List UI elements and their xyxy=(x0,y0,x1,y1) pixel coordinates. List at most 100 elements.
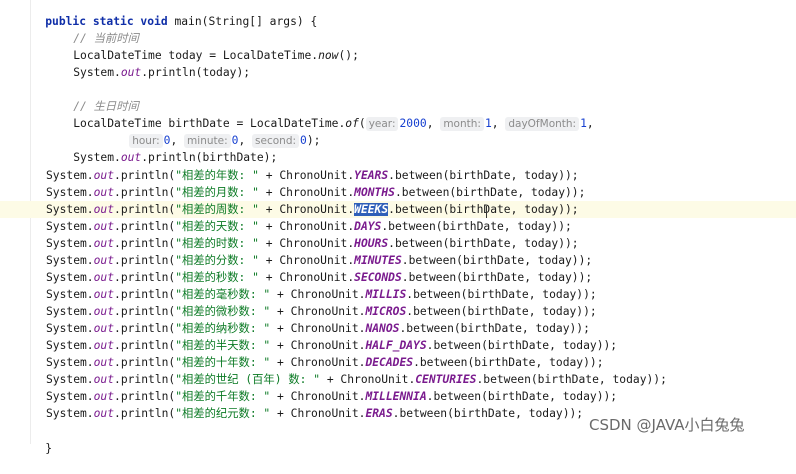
code-line-println-birth[interactable]: System.out.println(birthDate); xyxy=(46,132,277,164)
code-line-comment-birth[interactable]: // 生日时间 xyxy=(46,81,139,113)
code-line-today-decl[interactable]: LocalDateTime today = LocalDateTime.now(… xyxy=(46,30,359,62)
code-text: + ChronoUnit. xyxy=(270,356,366,369)
field-out: out xyxy=(93,254,115,267)
code-text: + ChronoUnit. xyxy=(270,322,366,335)
code-text: .println( xyxy=(114,203,176,216)
code-text: System. xyxy=(73,66,121,79)
string-literal: "相差的世纪 (百年) 数: " xyxy=(175,373,321,386)
chrono-unit-constant: YEARS xyxy=(354,169,389,182)
code-text: System. xyxy=(46,373,94,386)
code-line-println-hours[interactable]: System.out.println("相差的时数: " + ChronoUni… xyxy=(0,235,579,252)
code-text: .println( xyxy=(114,169,176,182)
code-line-println-half_days[interactable]: System.out.println("相差的半天数: " + ChronoUn… xyxy=(0,337,617,354)
code-text: System. xyxy=(73,151,121,164)
code-text: .between(birthDate, today)); xyxy=(381,220,572,233)
code-text: + ChronoUnit. xyxy=(270,288,366,301)
field-out: out xyxy=(120,66,142,79)
string-literal: "相差的千年数: " xyxy=(175,390,271,403)
code-line-println-days[interactable]: System.out.println("相差的天数: " + ChronoUni… xyxy=(0,218,572,235)
code-line-println-months[interactable]: System.out.println("相差的月数: " + ChronoUni… xyxy=(0,184,585,201)
code-text: System. xyxy=(46,288,94,301)
code-line-println-millis[interactable]: System.out.println("相差的毫秒数: " + ChronoUn… xyxy=(0,286,597,303)
code-text: System. xyxy=(46,254,94,267)
code-text: .println( xyxy=(114,220,176,233)
code-line-println-eras[interactable]: System.out.println("相差的纪元数: " + ChronoUn… xyxy=(0,405,583,422)
code-text: System. xyxy=(46,390,94,403)
field-out: out xyxy=(93,186,115,199)
code-editor[interactable]: public static void main(String[] args) {… xyxy=(0,0,796,455)
chrono-unit-constant: MINUTES xyxy=(354,254,402,267)
code-text: .println( xyxy=(114,339,176,352)
field-out: out xyxy=(93,271,115,284)
code-text: .println(birthDate); xyxy=(141,151,278,164)
code-text: .println( xyxy=(114,237,176,250)
code-line-signature[interactable]: public static void main(String[] args) { xyxy=(18,0,317,28)
number-literal: 0 xyxy=(300,134,307,147)
code-line-println-weeks[interactable]: System.out.println("相差的周数: " + ChronoUni… xyxy=(0,201,796,218)
field-out: out xyxy=(120,151,142,164)
code-text: + ChronoUnit. xyxy=(258,169,355,182)
string-literal: "相差的分数: " xyxy=(175,254,259,267)
string-literal: "相差的毫秒数: " xyxy=(175,288,271,301)
code-text: .between(birthDate, today)); xyxy=(388,169,579,182)
code-text: System. xyxy=(46,305,94,318)
string-literal: "相差的月数: " xyxy=(175,186,259,199)
code-line-println-years[interactable]: System.out.println("相差的年数: " + ChronoUni… xyxy=(0,167,579,184)
code-text: + ChronoUnit. xyxy=(258,186,355,199)
string-literal: "相差的周数: " xyxy=(175,203,259,216)
chrono-unit-constant: MICROS xyxy=(365,305,407,318)
code-line-println-millennia[interactable]: System.out.println("相差的千年数: " + ChronoUn… xyxy=(0,388,617,405)
code-text: + ChronoUnit. xyxy=(258,203,355,216)
code-text: .println(today); xyxy=(141,66,251,79)
code-text: System. xyxy=(46,203,94,216)
field-out: out xyxy=(93,339,115,352)
code-text: System. xyxy=(46,169,94,182)
code-text: + ChronoUnit. xyxy=(320,373,416,386)
chrono-unit-constant: HALF_DAYS xyxy=(365,339,427,352)
code-text: .println( xyxy=(114,322,176,335)
code-line-println-centuries[interactable]: System.out.println("相差的世纪 (百年) 数: " + Ch… xyxy=(0,371,667,388)
chrono-unit-constant: WEEKS xyxy=(354,203,389,216)
string-literal: "相差的半天数: " xyxy=(175,339,271,352)
code-text: System. xyxy=(46,356,94,369)
code-line-println-minutes[interactable]: System.out.println("相差的分数: " + ChronoUni… xyxy=(0,252,592,269)
chrono-unit-constant: DAYS xyxy=(354,220,382,233)
code-text: System. xyxy=(46,407,94,420)
code-text: + ChronoUnit. xyxy=(270,339,366,352)
code-text: System. xyxy=(46,322,94,335)
code-text: System. xyxy=(46,220,94,233)
code-text: .between(birthDate, today)); xyxy=(388,237,579,250)
field-out: out xyxy=(93,203,115,216)
code-line-println-micros[interactable]: System.out.println("相差的微秒数: " + ChronoUn… xyxy=(0,303,597,320)
code-text: System. xyxy=(46,271,94,284)
chrono-unit-constant: HOURS xyxy=(354,237,389,250)
code-line-println-nanos[interactable]: System.out.println("相差的纳秒数: " + ChronoUn… xyxy=(0,320,590,337)
param-hint-day: dayOfMonth: xyxy=(505,117,580,131)
code-text: .between(birthDate, today)); xyxy=(476,373,667,386)
code-line-println-decades[interactable]: System.out.println("相差的十年数: " + ChronoUn… xyxy=(0,354,604,371)
code-text: .println( xyxy=(114,373,176,386)
string-literal: "相差的微秒数: " xyxy=(175,305,271,318)
chrono-unit-constant: MONTHS xyxy=(354,186,395,199)
code-line-birth-decl-cont[interactable]: hour: 0, minute: 0, second: 0); xyxy=(102,115,320,148)
string-literal: "相差的天数: " xyxy=(175,220,259,233)
code-text: .between(birthDate, today)); xyxy=(392,407,584,420)
code-line-closing-brace[interactable]: } xyxy=(18,423,52,455)
code-text: + ChronoUnit. xyxy=(258,271,355,284)
code-line-birth-decl[interactable]: LocalDateTime birthDate = LocalDateTime.… xyxy=(46,98,594,131)
code-text: + ChronoUnit. xyxy=(270,390,366,403)
field-out: out xyxy=(93,322,115,335)
field-out: out xyxy=(93,407,115,420)
code-text: .between(birthDate, today)); xyxy=(399,322,590,335)
chrono-unit-constant: SECONDS xyxy=(354,271,402,284)
code-line-println-seconds[interactable]: System.out.println("相差的秒数: " + ChronoUni… xyxy=(0,269,592,286)
code-text: .between(birthDate, today)); xyxy=(426,390,618,403)
code-line-println-today[interactable]: System.out.println(today); xyxy=(46,47,250,79)
number-literal: 1 xyxy=(484,117,492,130)
code-text: , xyxy=(491,117,506,130)
code-text: .println( xyxy=(114,186,176,199)
chrono-unit-constant: DECADES xyxy=(365,356,414,369)
code-line-comment-now[interactable]: // 当前时间 xyxy=(46,13,139,45)
field-out: out xyxy=(93,288,115,301)
chrono-unit-constant: MILLENNIA xyxy=(365,390,427,403)
